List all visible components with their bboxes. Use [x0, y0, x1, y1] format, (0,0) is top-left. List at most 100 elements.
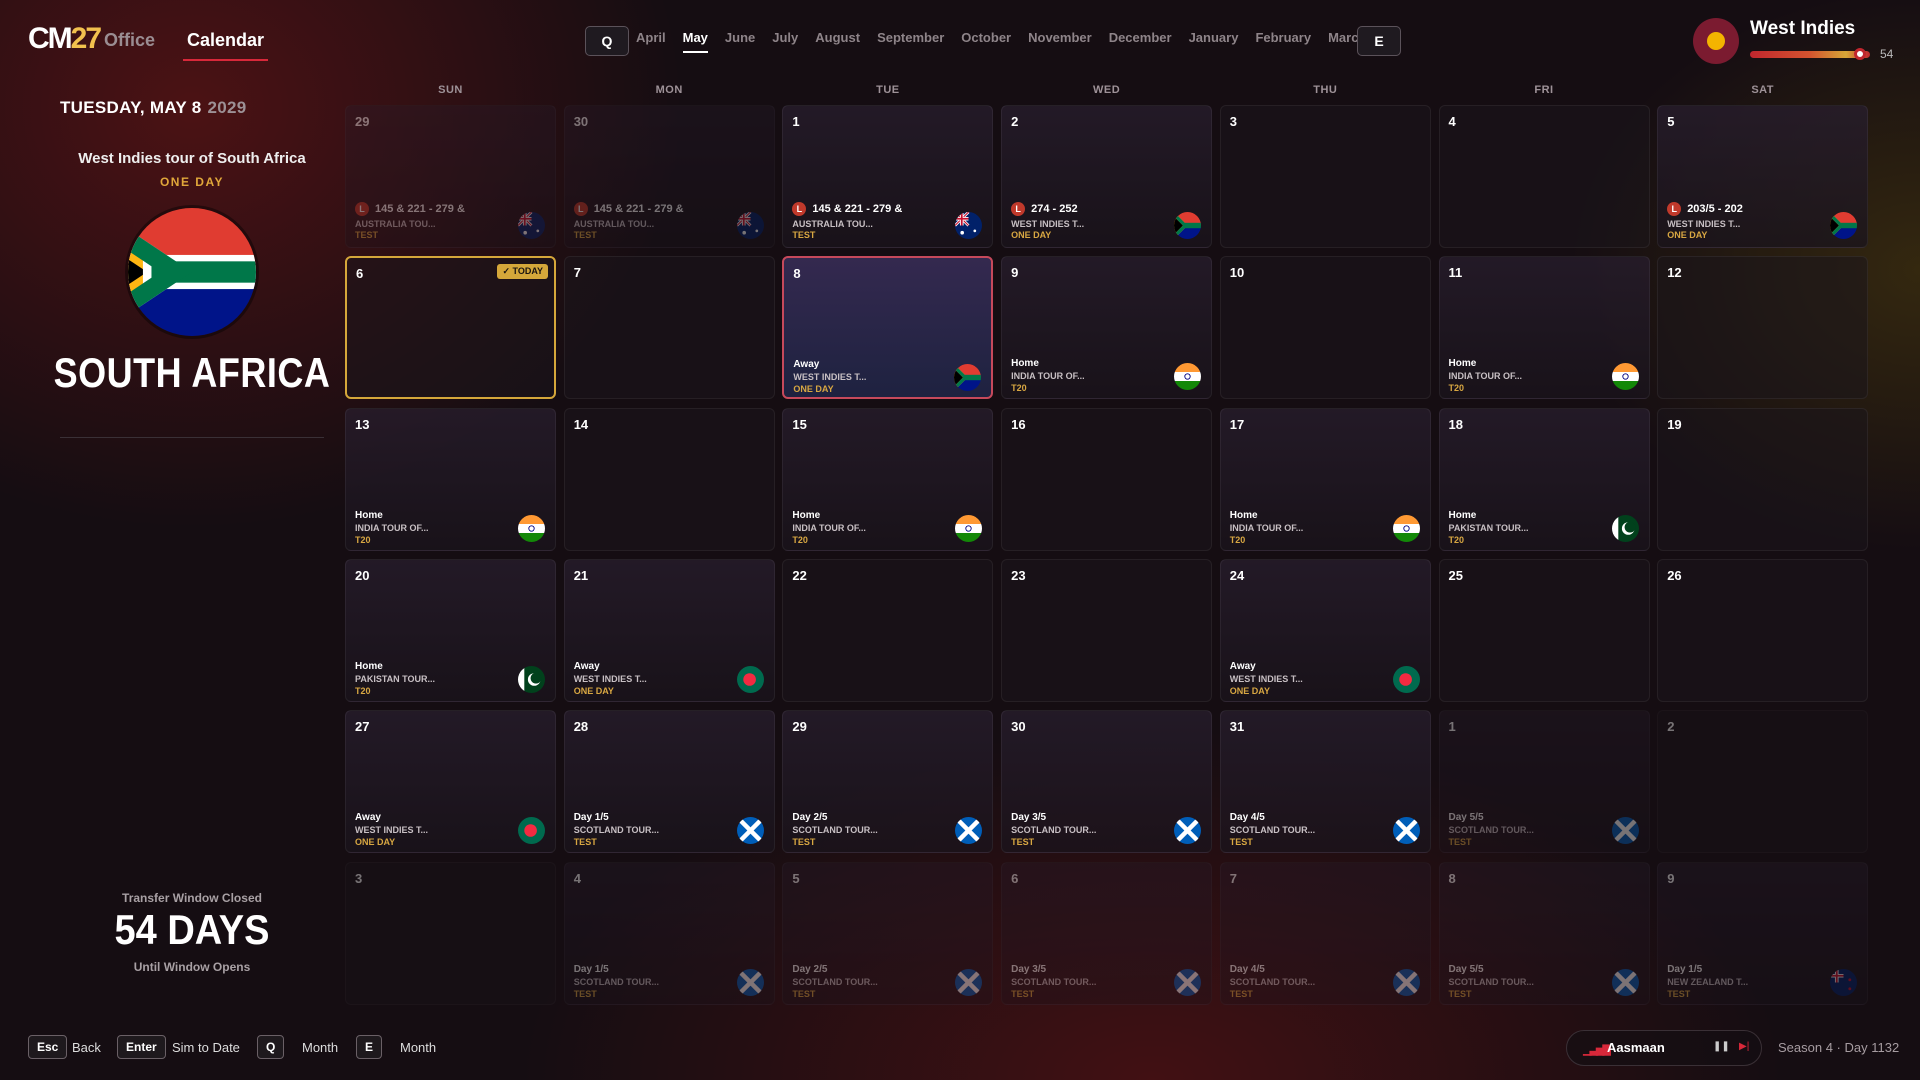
calendar-day[interactable]: 21 Away WEST INDIES T... ONE DAY — [563, 558, 775, 702]
fixture-format: T20 — [355, 534, 371, 545]
fixture-format: T20 — [792, 534, 808, 545]
month-tab[interactable]: September — [877, 30, 944, 45]
day-number: 8 — [793, 266, 801, 282]
calendar-day[interactable]: 17 Home INDIA TOUR OF... T20 — [1219, 407, 1431, 551]
sim-to-date-label[interactable]: Sim to Date — [172, 1040, 240, 1055]
calendar-day[interactable]: 5 L 203/5 - 202 WEST INDIES T... ONE DAY — [1657, 105, 1869, 248]
calendar-day[interactable]: 5 Day 2/5 SCOTLAND TOUR... TEST — [782, 861, 994, 1005]
month-tab[interactable]: December — [1109, 30, 1172, 45]
calendar-day[interactable]: 7 — [563, 256, 775, 400]
calendar-day[interactable]: 16 — [1001, 407, 1213, 551]
tab-calendar[interactable]: Calendar — [182, 30, 269, 61]
calendar-day[interactable]: 2 — [1657, 710, 1869, 854]
month-tab[interactable]: January — [1189, 30, 1239, 45]
e-key[interactable]: E — [356, 1035, 383, 1059]
fixture-tour: SCOTLAND TOUR... — [573, 976, 660, 987]
day-number: 1 — [792, 114, 800, 129]
day-number: 5 — [792, 870, 800, 886]
day-number: 29 — [355, 114, 370, 129]
sc-flag-icon — [1392, 968, 1420, 996]
skip-icon[interactable]: ▶| — [1739, 1041, 1749, 1052]
fixture-tour: WEST INDIES T... — [355, 825, 429, 836]
calendar-day[interactable]: 24 Away WEST INDIES T... ONE DAY — [1219, 558, 1431, 702]
month-tab[interactable]: August — [815, 30, 860, 45]
month-tab[interactable]: February — [1255, 30, 1311, 45]
calendar-day[interactable]: 12 — [1657, 256, 1869, 400]
calendar-day[interactable]: 9 Home INDIA TOUR OF... T20 — [1001, 256, 1213, 400]
day-number: 9 — [1667, 870, 1675, 886]
calendar-day[interactable]: 1 Day 5/5 SCOTLAND TOUR... TEST — [1438, 710, 1650, 854]
fixture-venue: Home — [1011, 358, 1039, 370]
fixture-format: ONE DAY — [1229, 685, 1270, 696]
weekday-header: MON — [655, 84, 683, 96]
q-key[interactable]: Q — [257, 1035, 285, 1059]
calendar-day[interactable]: 26 — [1657, 558, 1869, 702]
calendar-day[interactable]: 4 — [1438, 105, 1650, 248]
calendar-day[interactable]: 29 Day 2/5 SCOTLAND TOUR... TEST — [782, 710, 994, 854]
month-tab[interactable]: July — [772, 30, 798, 45]
sc-flag-icon — [1611, 968, 1639, 996]
calendar-day[interactable]: 9 Day 1/5 NEW ZEALAND T... TEST — [1657, 861, 1869, 1005]
day-number: 15 — [792, 416, 807, 432]
calendar-day[interactable]: 4 Day 1/5 SCOTLAND TOUR... TEST — [563, 861, 775, 1005]
fixture-venue: Day 1/5 — [573, 812, 609, 824]
calendar-day[interactable]: 30 Day 3/5 SCOTLAND TOUR... TEST — [1001, 710, 1213, 854]
fixture-format: TEST — [792, 988, 816, 999]
sc-flag-icon — [1174, 968, 1202, 996]
fixture-venue: Day 3/5 — [1011, 963, 1047, 975]
calendar-day[interactable]: 6 ✓ TODAY — [345, 256, 556, 400]
month-tab[interactable]: October — [961, 30, 1011, 45]
fixture-tour: INDIA TOUR OF... — [1229, 522, 1304, 533]
back-label[interactable]: Back — [72, 1040, 101, 1055]
next-month-label[interactable]: Month — [400, 1040, 436, 1055]
in-flag-icon — [1174, 363, 1202, 391]
fixture-format: TEST — [792, 837, 816, 848]
fixture-tour: INDIA TOUR OF... — [1011, 371, 1085, 382]
fixture-format: TEST — [573, 837, 597, 848]
calendar-day[interactable]: 22 — [782, 558, 994, 702]
calendar-day[interactable]: 15 Home INDIA TOUR OF... T20 — [782, 407, 994, 551]
calendar-day[interactable]: 23 — [1001, 558, 1213, 702]
fixture-venue: Day 5/5 — [1448, 812, 1484, 824]
weekday-header: SUN — [438, 84, 463, 96]
calendar-day[interactable]: 27 Away WEST INDIES T... ONE DAY — [345, 710, 556, 854]
calendar-day[interactable]: 7 Day 4/5 SCOTLAND TOUR... TEST — [1219, 861, 1431, 1005]
next-month-key[interactable]: E — [1357, 26, 1401, 56]
calendar-day[interactable]: 8 Away WEST INDIES T... ONE DAY — [782, 256, 994, 400]
tab-office[interactable]: Office — [104, 30, 155, 51]
day-number: 22 — [792, 567, 807, 583]
calendar-day[interactable]: 19 — [1657, 407, 1869, 551]
calendar-day[interactable]: 18 Home PAKISTAN TOUR... T20 — [1438, 407, 1650, 551]
calendar-day[interactable]: 13 Home INDIA TOUR OF... T20 — [345, 407, 556, 551]
prev-month-label[interactable]: Month — [302, 1040, 338, 1055]
month-tab[interactable]: November — [1028, 30, 1092, 45]
calendar-day[interactable]: 3 — [345, 861, 556, 1005]
calendar-day[interactable]: 10 — [1219, 256, 1431, 400]
calendar-day[interactable]: 25 — [1438, 558, 1650, 702]
team-badge[interactable] — [1693, 18, 1739, 64]
calendar-day[interactable]: 1 L 145 & 221 - 279 & AUSTRALIA TOU... TEST — [782, 105, 994, 248]
fixture-tour: SCOTLAND TOUR... — [1448, 825, 1534, 836]
top-bar: CM27 Office Calendar Q April May June July A… — [0, 0, 1920, 80]
calendar-day[interactable]: 3 — [1219, 105, 1431, 248]
calendar-day[interactable]: 29 L 145 & 221 - 279 & AUSTRALIA TOU... TEST — [345, 105, 556, 248]
calendar-day[interactable]: 8 Day 5/5 SCOTLAND TOUR... TEST — [1438, 861, 1650, 1005]
calendar-day[interactable]: 6 Day 3/5 SCOTLAND TOUR... TEST — [1001, 861, 1213, 1005]
music-player[interactable]: ▁▃▅▇ Aasmaan ❚❚ ▶| — [1566, 1030, 1762, 1066]
calendar-day[interactable]: 31 Day 4/5 SCOTLAND TOUR... TEST — [1219, 710, 1431, 854]
calendar-day[interactable]: 11 Home INDIA TOUR OF... T20 — [1438, 256, 1650, 400]
calendar-day[interactable]: 30 L 145 & 221 - 279 & AUSTRALIA TOU... TEST — [563, 105, 775, 248]
month-tab[interactable]: May — [682, 30, 709, 53]
calendar-day[interactable]: 14 — [563, 407, 775, 551]
fixture-venue: Day 4/5 — [1229, 812, 1265, 824]
month-tab[interactable]: April — [636, 30, 666, 45]
calendar-day[interactable]: 28 Day 1/5 SCOTLAND TOUR... TEST — [563, 710, 775, 854]
calendar-day[interactable]: 20 Home PAKISTAN TOUR... T20 — [345, 558, 556, 702]
prev-month-key[interactable]: Q — [585, 26, 629, 56]
esc-key[interactable]: Esc — [28, 1035, 68, 1059]
month-tab[interactable]: June — [725, 30, 755, 45]
enter-key[interactable]: Enter — [117, 1035, 166, 1059]
pause-icon[interactable]: ❚❚ — [1713, 1041, 1730, 1052]
loss-icon: L — [792, 202, 807, 216]
calendar-day[interactable]: 2 L 274 - 252 WEST INDIES T... ONE DAY — [1001, 105, 1213, 248]
